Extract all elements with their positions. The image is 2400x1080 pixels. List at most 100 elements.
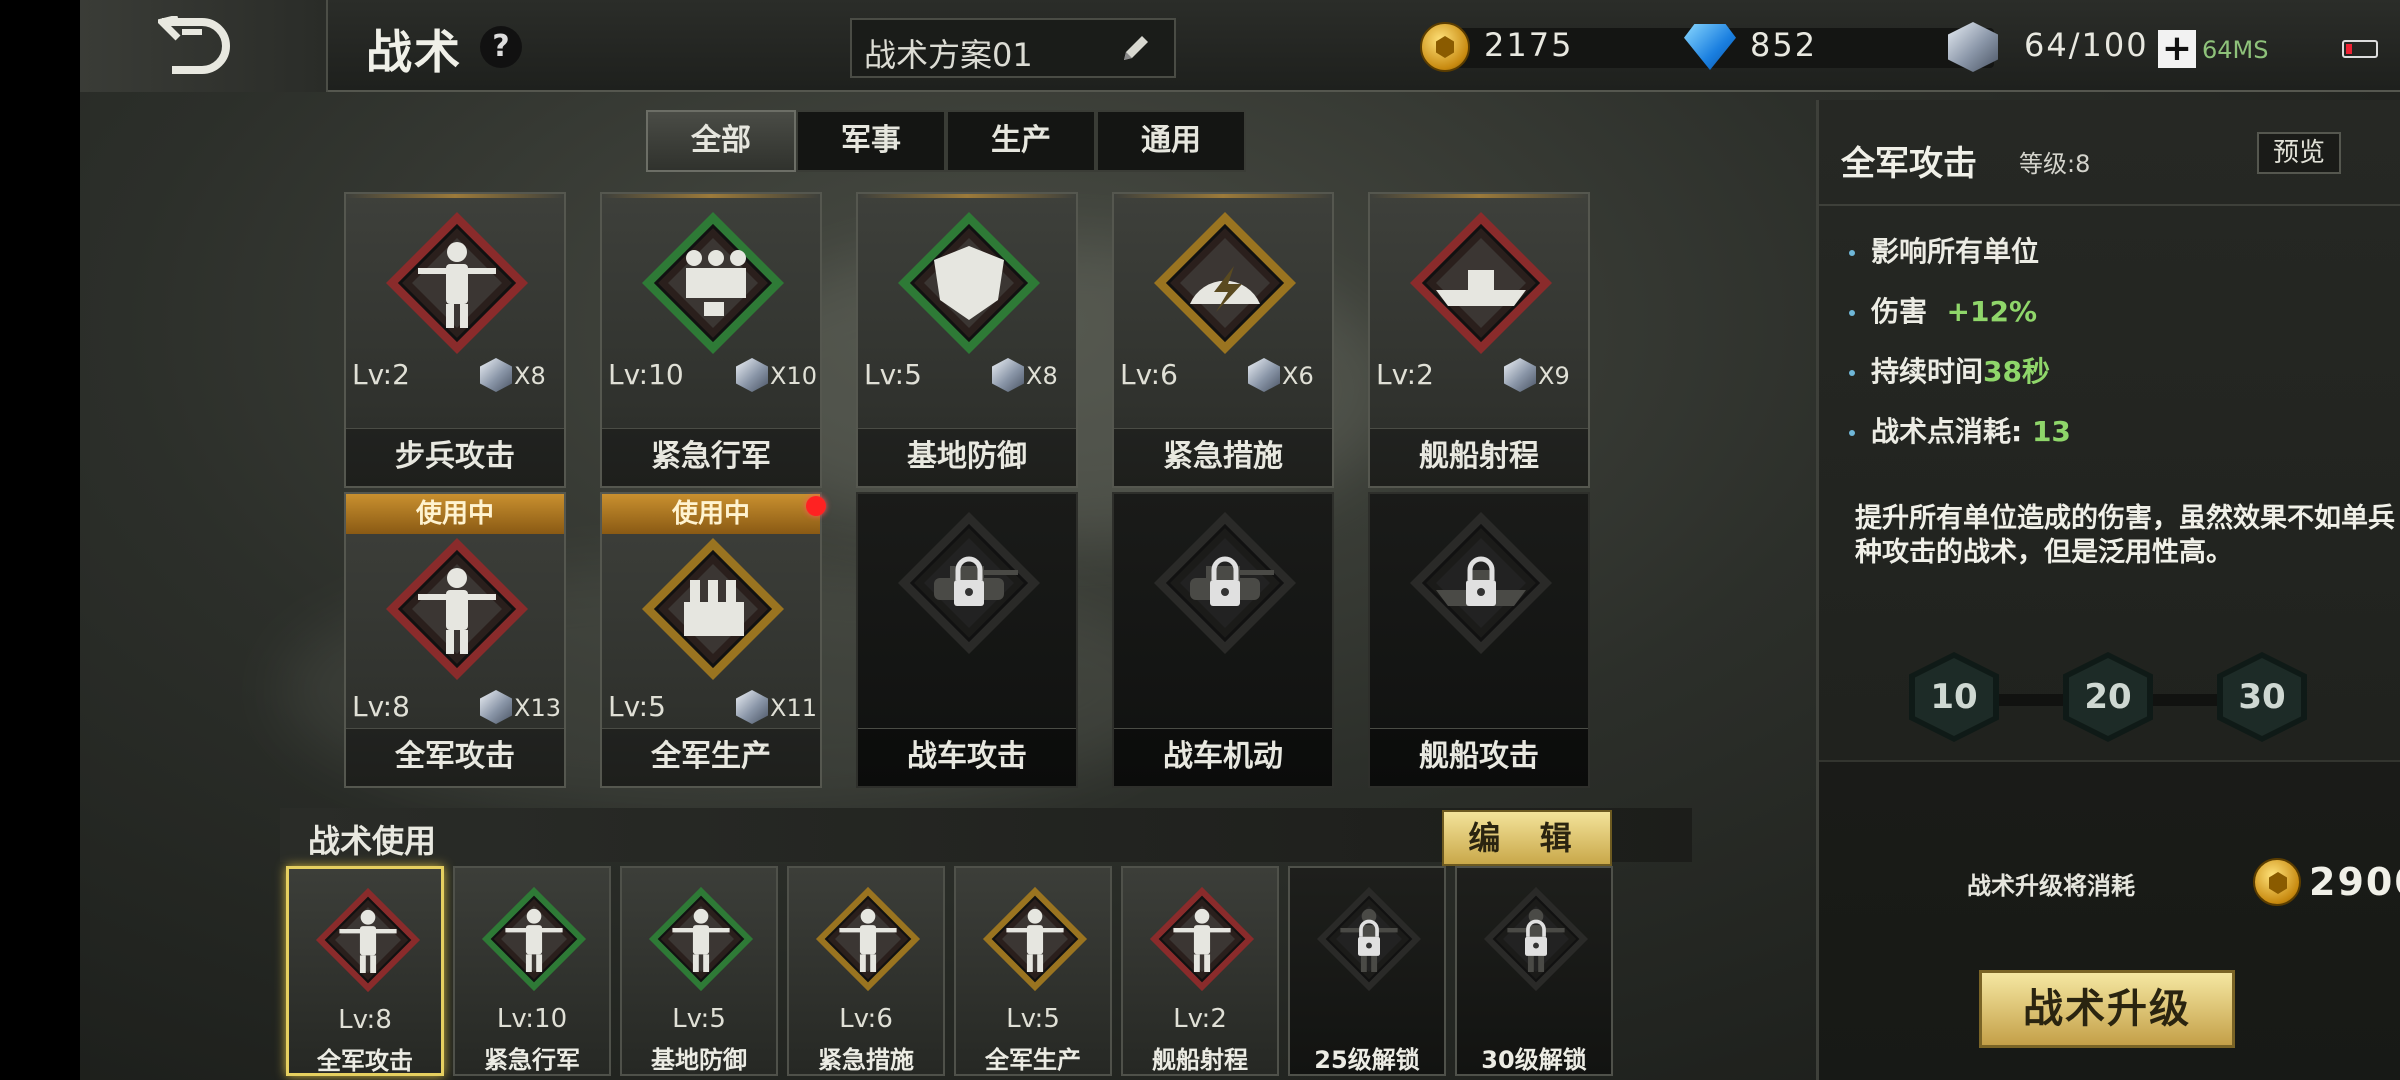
skill-level: Lv:10 [608,358,684,391]
skill-card[interactable]: Lv:2 X9 舰船射程 [1368,192,1590,488]
milestone-node[interactable]: 20 [2063,652,2153,742]
card-highlight [1370,194,1588,198]
duration-value: 38秒 [1983,355,2050,388]
back-button[interactable] [80,0,328,92]
loadout-slot[interactable]: Lv:6 紧急措施 [787,866,945,1076]
slot-level: Lv:8 [338,1005,392,1035]
infantry-icon [382,208,532,358]
level-milestones: 10 20 30 [1909,648,2309,748]
slot-name: 基地防御 [651,1046,747,1074]
milestone-node[interactable]: 30 [2217,652,2307,742]
card-highlight [858,194,1076,198]
upgrade-button[interactable]: 战术升级 [1979,970,2235,1048]
skill-name: 全军攻击 [346,728,564,786]
lock-icon [1314,884,1424,994]
skill-name: 基地防御 [858,428,1076,486]
skill-card[interactable]: Lv:10 X10 紧急行军 [600,192,822,488]
skill-emblem-icon [479,884,589,994]
skill-name: 紧急措施 [1114,428,1332,486]
loadout-slot[interactable]: 30级解锁 [1455,866,1613,1076]
milestone-node[interactable]: 10 [1909,652,1999,742]
damage-line: 伤害 +12% [1849,290,2037,330]
tab-all[interactable]: 全部 [646,110,796,172]
slot-name: 30级解锁 [1481,1046,1587,1074]
slot-name: 25级解锁 [1314,1046,1420,1074]
edit-button[interactable]: 编 辑 [1442,810,1612,866]
tab-military[interactable]: 军事 [796,110,946,172]
shield-icon [894,208,1044,358]
skill-description: 提升所有单位造成的伤害，虽然效果不如单兵种攻击的战术，但是泛用性高。 [1855,503,2395,568]
add-points-button[interactable]: + [2158,30,2196,68]
loadout-slot[interactable]: Lv:10 紧急行军 [453,866,611,1076]
upgrade-cost-label: 战术升级将消耗 [1967,872,2135,900]
skill-name: 全军生产 [602,728,820,786]
card-highlight [602,194,820,198]
preview-button[interactable]: 预览 [2257,132,2341,174]
loadout-slot[interactable]: Lv:8 全军攻击 [286,866,444,1076]
in-use-badge: 使用中 [602,494,820,534]
cost-value: 13 [2031,415,2071,448]
pencil-icon[interactable] [1118,32,1152,66]
skill-level: Lv:5 [864,358,922,391]
detail-panel: 全军攻击 等级:8 预览 影响所有单位 伤害 +12% 持续时间38秒 战术点消… [1816,100,2400,1080]
skill-name: 紧急行军 [602,428,820,486]
help-icon[interactable]: ? [480,26,522,68]
warship-icon [1406,508,1556,658]
tab-general[interactable]: 通用 [1096,110,1246,172]
loadout-slot[interactable]: 25级解锁 [1288,866,1446,1076]
skill-cost: X13 [514,694,561,722]
tab-production[interactable]: 生产 [946,110,1096,172]
skill-cost: X8 [1026,362,1058,390]
crystal-icon [1504,358,1536,392]
plan-selector[interactable]: 战术方案01 [850,18,1176,78]
loadout-slot[interactable]: Lv:5 全军生产 [954,866,1112,1076]
loadout-title: 战术使用 [308,822,437,860]
duration-line: 持续时间38秒 [1849,350,2050,390]
skill-level: Lv:6 [1120,358,1178,391]
crystal-icon [992,358,1024,392]
slot-name: 紧急措施 [818,1046,914,1074]
crystal-icon [480,358,512,392]
lightning-icon [1150,208,1300,358]
skill-name: 舰船射程 [1370,428,1588,486]
divider [1819,204,2400,206]
crystal-icon [1248,358,1280,392]
card-highlight [346,194,564,198]
detail-level: 等级:8 [2019,150,2091,178]
milestone-label: 20 [2069,658,2147,736]
lock-icon [1481,884,1591,994]
skill-card[interactable]: Lv:2 X8 步兵攻击 [344,192,566,488]
march-icon [638,208,788,358]
slot-name: 全军攻击 [317,1047,413,1075]
slot-level: Lv:2 [1173,1004,1227,1034]
skill-level: Lv:2 [1376,358,1434,391]
skill-card[interactable]: 使用中 Lv:8 X13 全军攻击 [344,492,566,788]
effect-line: 影响所有单位 [1849,230,2039,270]
loadout-slot[interactable]: Lv:5 基地防御 [620,866,778,1076]
skill-cost: X6 [1282,362,1314,390]
milestone-label: 10 [1915,658,1993,736]
gold-coin-icon [1420,22,1470,72]
plan-name: 战术方案01 [864,36,1033,74]
skill-name: 步兵攻击 [346,428,564,486]
skill-card[interactable]: Lv:5 X8 基地防御 [856,192,1078,488]
milestone-label: 30 [2223,658,2301,736]
skill-card[interactable]: 舰船攻击 [1368,492,1590,788]
bullet-icon [1849,430,1855,436]
skill-level: Lv:5 [608,690,666,723]
effect-text: 影响所有单位 [1871,235,2040,268]
diamond-value: 852 [1750,26,1818,64]
skill-card[interactable]: 战车攻击 [856,492,1078,788]
notification-dot [806,496,826,516]
crystal-icon [1948,22,1998,72]
skill-card[interactable]: Lv:6 X6 紧急措施 [1112,192,1334,488]
gold-coin-icon [2253,858,2301,906]
loadout-slot[interactable]: Lv:2 舰船射程 [1121,866,1279,1076]
skill-emblem-icon [646,884,756,994]
damage-label: 伤害 [1871,295,1928,328]
skill-card[interactable]: 使用中 Lv:5 X11 全军生产 [600,492,822,788]
slot-name: 紧急行军 [484,1046,580,1074]
skill-cost: X10 [770,362,817,390]
skill-card[interactable]: 战车机动 [1112,492,1334,788]
slot-level: Lv:6 [839,1004,893,1034]
